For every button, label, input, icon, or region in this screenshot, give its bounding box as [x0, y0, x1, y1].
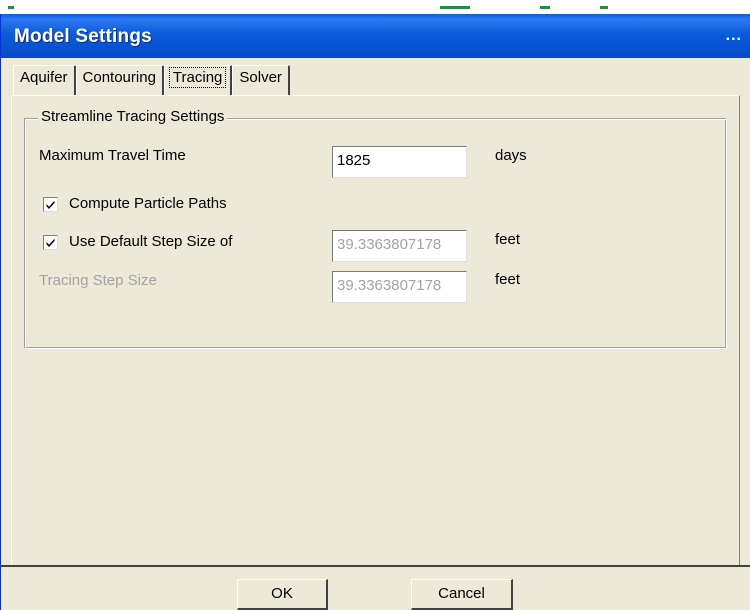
window-title: Model Settings — [14, 26, 152, 47]
tracing-step-size-input: 39.3363807178 — [332, 271, 467, 303]
max-travel-time-input[interactable]: 1825 — [332, 146, 467, 178]
default-step-size-field: 39.3363807178 — [332, 230, 467, 262]
streamline-tracing-settings-group: Streamline Tracing Settings Maximum Trav… — [24, 108, 727, 349]
tab-contouring-label: Contouring — [82, 69, 156, 86]
tab-tracing[interactable]: Tracing — [163, 65, 233, 95]
button-bar: OK Cancel — [1, 565, 750, 610]
title-overflow-indicator: ... — [725, 27, 742, 44]
max-travel-time-label: Maximum Travel Time — [39, 147, 186, 164]
tab-solver-label: Solver — [239, 69, 282, 86]
tracing-tab-panel: Streamline Tracing Settings Maximum Trav… — [11, 95, 740, 567]
model-settings-dialog: Model Settings ... Aquifer Contouring Tr… — [0, 14, 750, 610]
ok-button[interactable]: OK — [237, 579, 328, 610]
compute-particle-paths-label[interactable]: Compute Particle Paths — [69, 195, 227, 212]
checkmark-icon — [46, 238, 55, 247]
background-strip — [0, 0, 750, 14]
use-default-step-checkbox[interactable] — [43, 235, 58, 250]
background-fragment — [600, 6, 608, 9]
default-step-size-unit: feet — [495, 231, 521, 248]
background-fragment — [540, 6, 550, 9]
tab-contouring[interactable]: Contouring — [75, 65, 164, 95]
tracing-step-size-unit: feet — [495, 271, 521, 288]
tab-aquifer[interactable]: Aquifer — [13, 65, 76, 95]
tab-strip: Aquifer Contouring Tracing Solver — [13, 65, 290, 95]
cancel-button[interactable]: Cancel — [411, 579, 513, 610]
use-default-step-label[interactable]: Use Default Step Size of — [69, 233, 232, 250]
title-bar[interactable]: Model Settings ... — [1, 14, 750, 58]
tab-tracing-label: Tracing — [168, 67, 227, 88]
tab-solver[interactable]: Solver — [232, 65, 290, 95]
background-fragment — [440, 6, 470, 9]
compute-particle-paths-checkbox[interactable] — [43, 197, 58, 212]
tracing-step-size-label: Tracing Step Size — [39, 272, 157, 289]
background-fragment — [8, 6, 14, 9]
group-title: Streamline Tracing Settings — [38, 108, 228, 125]
max-travel-time-unit: days — [495, 147, 527, 164]
checkmark-icon — [46, 200, 55, 209]
tab-aquifer-label: Aquifer — [20, 69, 68, 86]
